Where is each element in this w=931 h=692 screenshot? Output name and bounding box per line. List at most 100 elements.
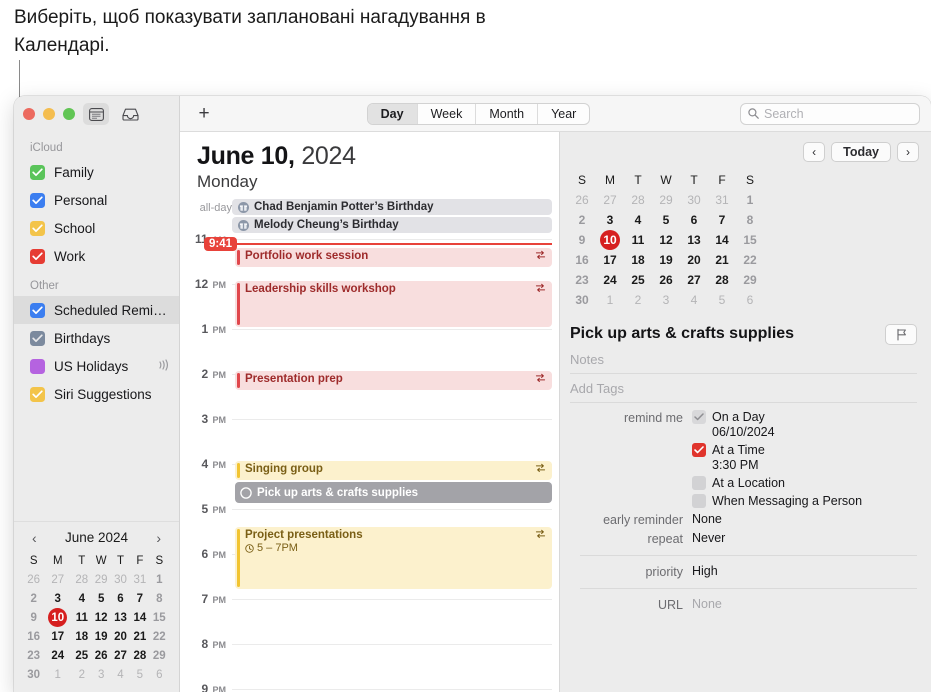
sidebar-item-scheduled-remin[interactable]: Scheduled Remin… bbox=[14, 296, 179, 324]
calendar-day-cell[interactable]: 11 bbox=[72, 608, 91, 627]
calendar-day-cell[interactable]: 2 bbox=[624, 290, 652, 310]
when-messaging-checkbox[interactable] bbox=[692, 494, 706, 508]
calendar-checkbox[interactable] bbox=[30, 358, 45, 374]
zoom-button[interactable] bbox=[63, 108, 75, 120]
calendar-day-cell[interactable]: 4 bbox=[680, 290, 708, 310]
previous-day-button[interactable]: ‹ bbox=[803, 142, 826, 162]
calendar-checkbox[interactable] bbox=[30, 330, 45, 346]
calendar-day-cell[interactable]: 27 bbox=[596, 190, 624, 210]
close-button[interactable] bbox=[23, 108, 35, 120]
next-day-button[interactable]: › bbox=[897, 142, 919, 162]
today-button[interactable]: Today bbox=[831, 142, 891, 162]
calendar-day-cell[interactable]: 11 bbox=[624, 230, 652, 250]
calendar-day-cell[interactable]: 4 bbox=[72, 589, 91, 608]
calendar-day-cell[interactable]: 10 bbox=[596, 230, 624, 250]
sidebar-item-birthdays[interactable]: Birthdays bbox=[14, 324, 179, 352]
mini-calendar-grid[interactable]: SMTWTFS 26 27 28 29 30 31 1 2 3 4 5 6 7 8 9 10 11 12 13 14 1… bbox=[24, 551, 169, 684]
calendar-day-cell[interactable]: 4 bbox=[624, 210, 652, 230]
calendar-day-cell[interactable]: 30 bbox=[111, 570, 130, 589]
calendar-checkbox[interactable] bbox=[30, 386, 45, 402]
minimize-button[interactable] bbox=[43, 108, 55, 120]
calendar-day-cell[interactable]: 6 bbox=[111, 589, 130, 608]
calendar-day-cell[interactable]: 31 bbox=[130, 570, 149, 589]
calendar-day-cell[interactable]: 27 bbox=[43, 570, 72, 589]
at-a-location-checkbox[interactable] bbox=[692, 476, 706, 490]
calendar-day-cell[interactable]: 14 bbox=[708, 230, 736, 250]
calendar-day-cell[interactable]: 8 bbox=[150, 589, 169, 608]
search-input[interactable]: Search bbox=[740, 102, 920, 125]
calendar-day-cell[interactable]: 26 bbox=[652, 270, 680, 290]
url-value[interactable]: None bbox=[692, 597, 917, 611]
calendar-day-cell[interactable]: 31 bbox=[708, 190, 736, 210]
calendar-day-cell[interactable]: 5 bbox=[130, 665, 149, 684]
calendar-day-cell[interactable]: 1 bbox=[43, 665, 72, 684]
calendar-day-cell[interactable]: 28 bbox=[130, 646, 149, 665]
at-a-time-value[interactable]: 3:30 PM bbox=[692, 458, 917, 472]
on-a-day-checkbox[interactable] bbox=[692, 410, 706, 424]
calendar-day-cell[interactable]: 29 bbox=[736, 270, 764, 290]
calendar-day-cell[interactable]: 5 bbox=[652, 210, 680, 230]
calendar-day-cell[interactable]: 22 bbox=[736, 250, 764, 270]
view-mode-segmented-control[interactable]: Day Week Month Year bbox=[366, 102, 591, 125]
repeat-value[interactable]: Never bbox=[692, 531, 917, 545]
inspector-calendar-grid[interactable]: SMTWTFS 26 27 28 29 30 31 1 2 3 4 5 6 7 8 9 10 11 12 13 14 1… bbox=[568, 170, 764, 310]
calendar-day-cell[interactable]: 9 bbox=[568, 230, 596, 250]
calendar-day-cell[interactable]: 20 bbox=[111, 627, 130, 646]
calendar-day-cell[interactable]: 5 bbox=[91, 589, 110, 608]
calendar-day-cell[interactable]: 3 bbox=[91, 665, 110, 684]
calendar-day-cell[interactable]: 30 bbox=[680, 190, 708, 210]
reminder-checkbox[interactable] bbox=[240, 486, 252, 499]
calendar-day-cell[interactable]: 30 bbox=[568, 290, 596, 310]
calendar-day-cell[interactable]: 17 bbox=[596, 250, 624, 270]
calendar-day-cell[interactable]: 3 bbox=[596, 210, 624, 230]
calendar-day-cell[interactable]: 19 bbox=[652, 250, 680, 270]
at-a-location-option[interactable]: At a Location bbox=[692, 476, 917, 490]
calendar-day-cell[interactable]: 16 bbox=[568, 250, 596, 270]
calendar-day-cell[interactable]: 18 bbox=[624, 250, 652, 270]
calendar-day-cell[interactable]: 8 bbox=[736, 210, 764, 230]
calendar-day-cell[interactable]: 2 bbox=[24, 589, 43, 608]
calendar-day-cell[interactable]: 7 bbox=[708, 210, 736, 230]
calendar-event[interactable]: Leadership skills workshop bbox=[235, 281, 552, 327]
day-grid[interactable]: 11 AM12 PM1 PM2 PM3 PM4 PM5 PM6 PM7 PM8 … bbox=[180, 232, 559, 692]
calendar-day-cell[interactable]: 9 bbox=[24, 608, 43, 627]
calendar-day-cell[interactable]: 19 bbox=[91, 627, 110, 646]
calendar-checkbox[interactable] bbox=[30, 220, 45, 236]
sidebar-item-siri-suggestions[interactable]: Siri Suggestions bbox=[14, 380, 179, 408]
calendar-day-cell[interactable]: 23 bbox=[568, 270, 596, 290]
sidebar-item-work[interactable]: Work bbox=[14, 242, 179, 270]
on-a-day-option[interactable]: On a Day bbox=[692, 410, 917, 424]
sidebar-item-personal[interactable]: Personal bbox=[14, 186, 179, 214]
calendar-day-cell[interactable]: 6 bbox=[680, 210, 708, 230]
calendar-day-cell[interactable]: 13 bbox=[680, 230, 708, 250]
calendar-day-cell[interactable]: 17 bbox=[43, 627, 72, 646]
calendar-day-cell[interactable]: 14 bbox=[130, 608, 149, 627]
calendar-day-cell[interactable]: 5 bbox=[708, 290, 736, 310]
calendar-day-cell[interactable]: 10 bbox=[43, 608, 72, 627]
mini-calendar-next-button[interactable]: › bbox=[154, 531, 163, 545]
calendar-day-cell[interactable]: 24 bbox=[43, 646, 72, 665]
calendar-day-cell[interactable]: 2 bbox=[568, 210, 596, 230]
calendar-day-cell[interactable]: 1 bbox=[150, 570, 169, 589]
calendar-day-cell[interactable]: 25 bbox=[72, 646, 91, 665]
tab-day[interactable]: Day bbox=[367, 103, 417, 124]
calendar-day-cell[interactable]: 27 bbox=[111, 646, 130, 665]
calendar-event[interactable]: Portfolio work session bbox=[235, 248, 552, 267]
calendar-day-cell[interactable]: 15 bbox=[150, 608, 169, 627]
calendar-day-cell[interactable]: 28 bbox=[72, 570, 91, 589]
sidebar-item-family[interactable]: Family bbox=[14, 158, 179, 186]
add-event-button[interactable]: + bbox=[191, 104, 217, 123]
calendar-event[interactable]: Singing group bbox=[235, 461, 552, 480]
calendar-day-cell[interactable]: 12 bbox=[91, 608, 110, 627]
all-day-event[interactable]: Chad Benjamin Potter’s Birthday bbox=[232, 199, 552, 215]
sidebar-item-school[interactable]: School bbox=[14, 214, 179, 242]
calendar-day-cell[interactable]: 29 bbox=[91, 570, 110, 589]
tab-week[interactable]: Week bbox=[416, 103, 476, 124]
calendar-day-cell[interactable]: 21 bbox=[130, 627, 149, 646]
notes-field[interactable]: Notes bbox=[570, 345, 917, 374]
calendar-day-cell[interactable]: 6 bbox=[150, 665, 169, 684]
calendar-day-cell[interactable]: 26 bbox=[24, 570, 43, 589]
calendar-day-cell[interactable]: 27 bbox=[680, 270, 708, 290]
calendar-day-cell[interactable]: 22 bbox=[150, 627, 169, 646]
calendar-day-cell[interactable]: 28 bbox=[708, 270, 736, 290]
